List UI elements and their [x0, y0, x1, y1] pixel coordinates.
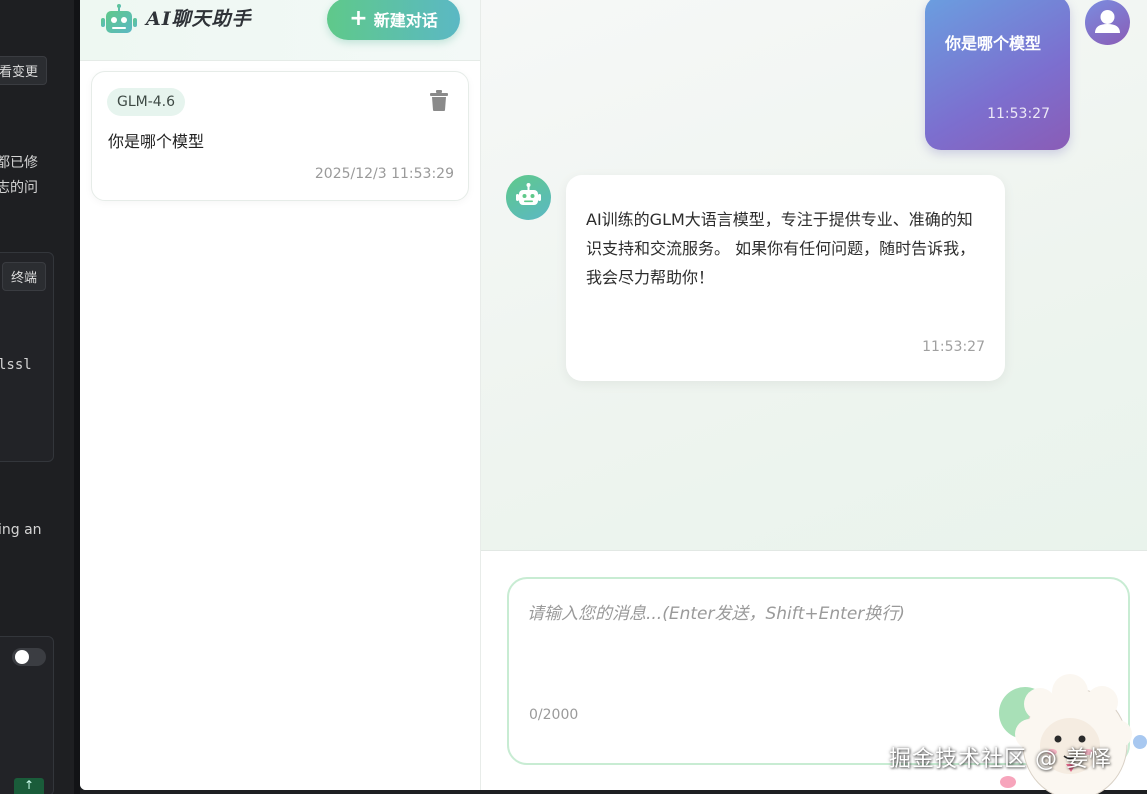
- trash-icon[interactable]: [429, 90, 449, 112]
- robot-icon: [506, 175, 551, 220]
- background-editor-window: 看变更 都已修 志的问 终端 lssl ing an ↑: [0, 0, 80, 794]
- assistant-message: AI训练的GLM大语言模型，专注于提供专业、准确的知识支持和交流服务。 如果你有…: [566, 175, 1005, 381]
- chat-app-window: AI聊天助手 + 新建对话 GLM-4.6 你是哪个模型 2025/12/3 1…: [80, 0, 1147, 790]
- model-tag: GLM-4.6: [107, 88, 186, 116]
- background-text-line: ing an: [0, 522, 42, 538]
- sidebar-header: AI聊天助手 + 新建对话: [80, 0, 480, 61]
- user-message: 你是哪个模型 11:53:27: [925, 0, 1070, 150]
- message-text: 你是哪个模型: [945, 34, 1042, 53]
- message-time: 11:53:27: [922, 339, 985, 355]
- background-text-line: 都已修: [0, 155, 38, 171]
- new-chat-label: 新建对话: [373, 11, 438, 30]
- message-time: 11:53:27: [987, 106, 1050, 122]
- new-chat-button[interactable]: + 新建对话: [327, 0, 460, 40]
- toggle-switch[interactable]: [12, 648, 46, 666]
- user-icon: [1085, 0, 1130, 45]
- conversation-title: 你是哪个模型: [108, 132, 205, 151]
- background-text-line: 志的问: [0, 180, 38, 196]
- watermark: 掘金技术社区 @ 姜怿: [889, 747, 1112, 772]
- conversation-item[interactable]: GLM-4.6 你是哪个模型 2025/12/3 11:53:29: [91, 71, 469, 201]
- terminal-button[interactable]: 终端: [2, 262, 47, 291]
- view-changes-button[interactable]: 看变更: [0, 56, 48, 85]
- conversation-time: 2025/12/3 11:53:29: [314, 166, 454, 182]
- alpaca-mascot-image: [1000, 674, 1147, 794]
- terminal-code-text: lssl: [0, 357, 32, 373]
- plus-icon: +: [349, 6, 368, 31]
- app-title: AI聊天助手: [146, 8, 252, 30]
- scroll-up-button[interactable]: ↑: [14, 778, 44, 794]
- char-count: 0/2000: [529, 707, 579, 723]
- robot-icon: [101, 4, 137, 33]
- message-text: AI训练的GLM大语言模型，专注于提供专业、准确的知识支持和交流服务。 如果你有…: [586, 210, 976, 287]
- sidebar: AI聊天助手 + 新建对话 GLM-4.6 你是哪个模型 2025/12/3 1…: [80, 0, 481, 790]
- message-list: 你是哪个模型 11:53:27 AI训练的GLM大语言模型，专注于提供专业、准确…: [481, 0, 1147, 551]
